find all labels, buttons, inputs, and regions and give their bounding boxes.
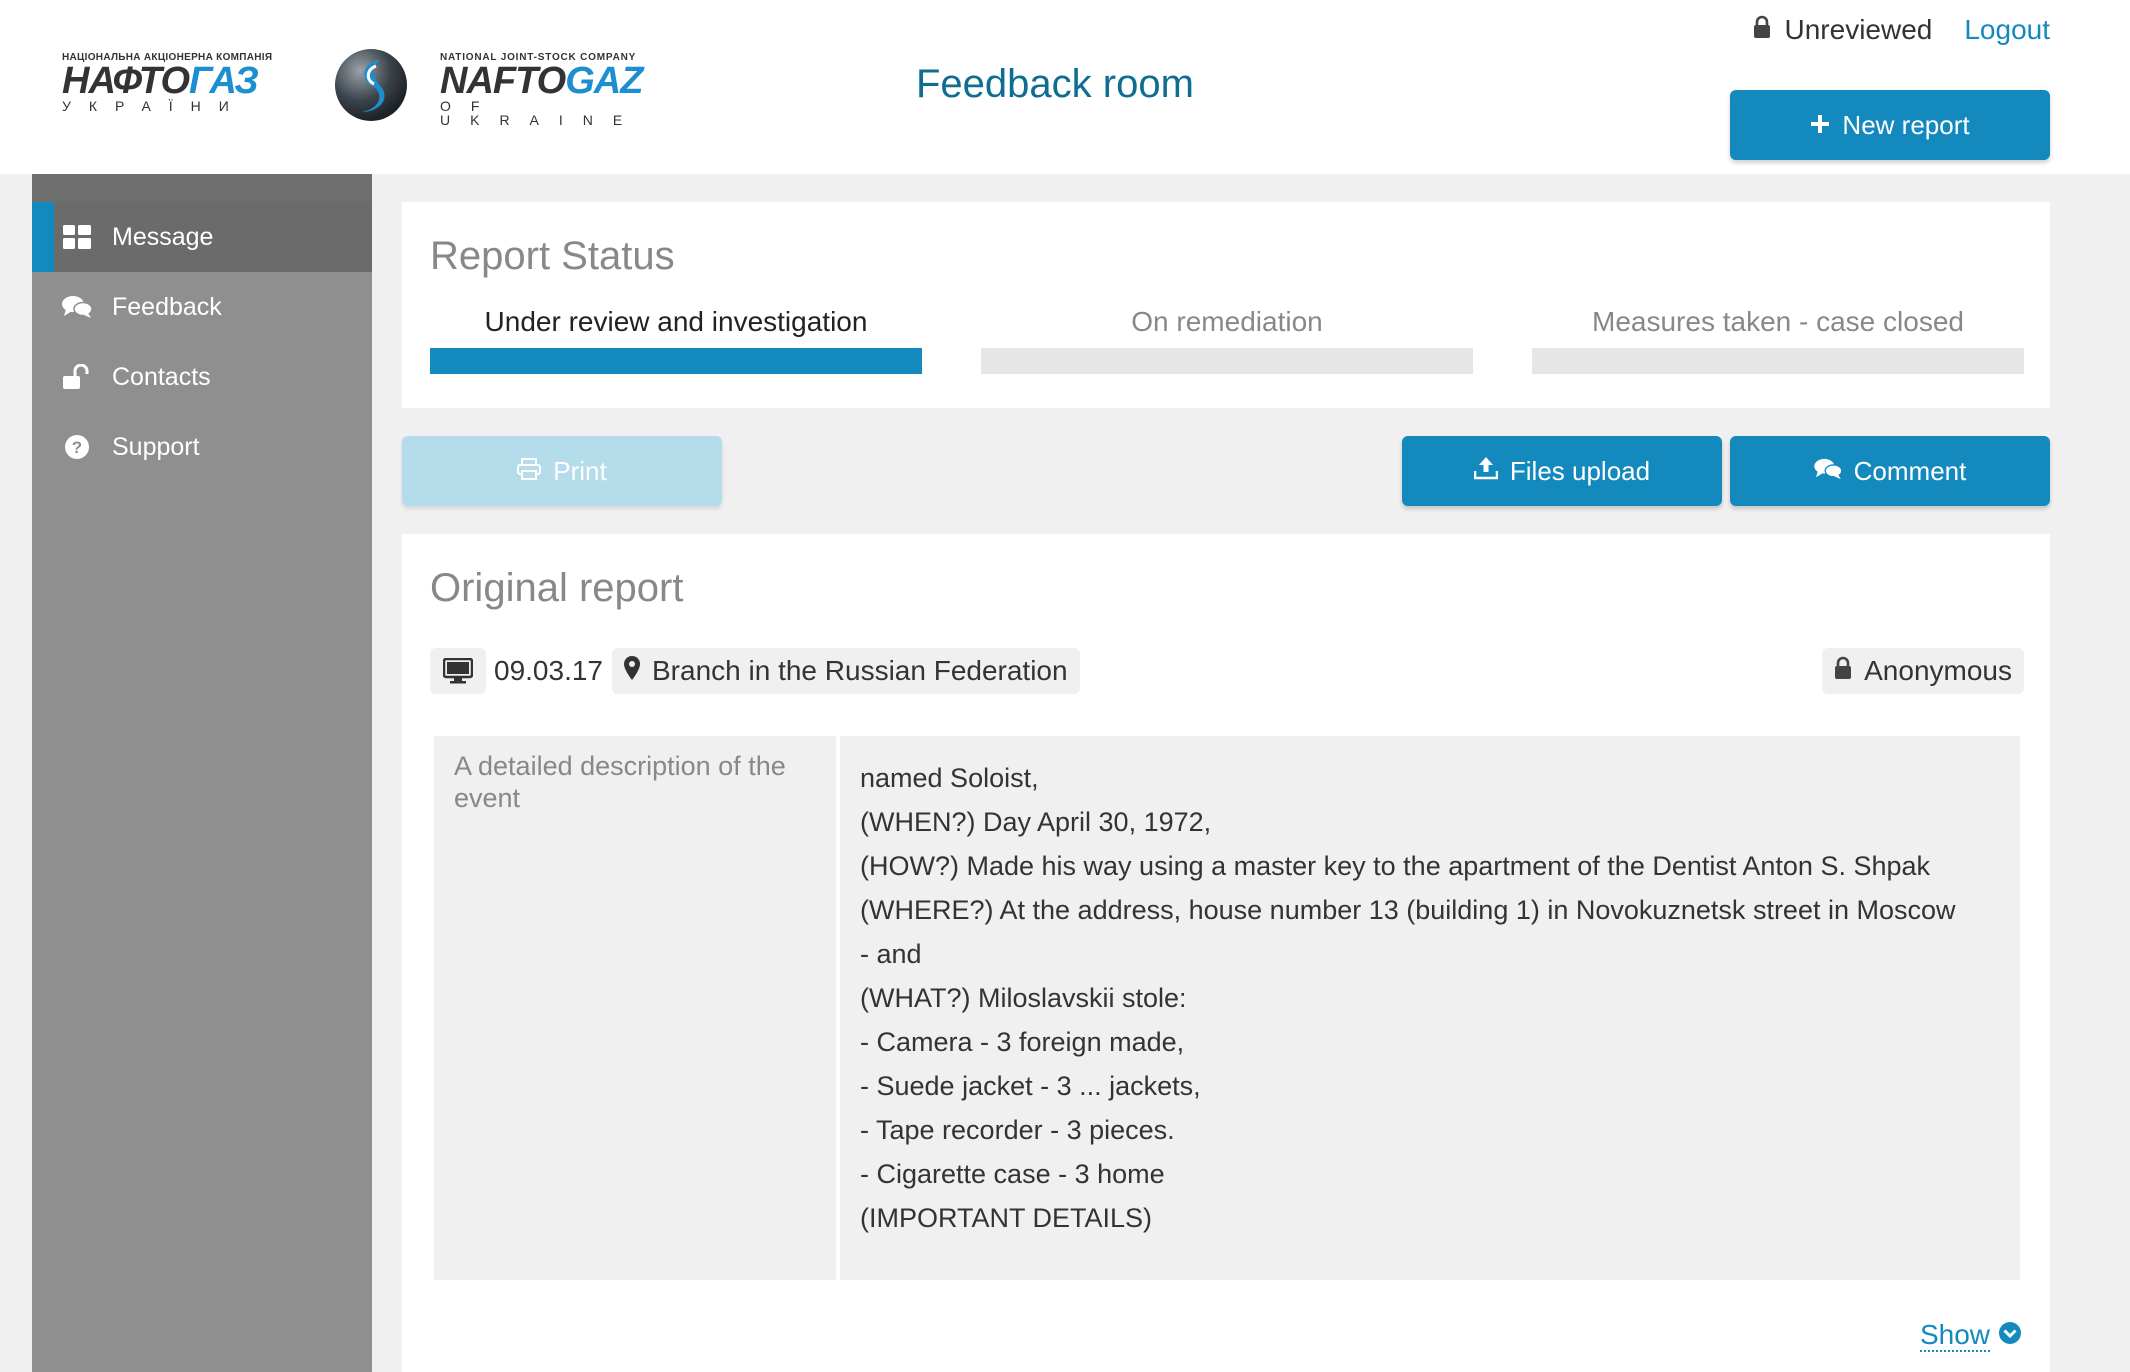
printer-icon xyxy=(517,456,542,487)
report-date: 09.03.17 xyxy=(494,655,603,686)
question-circle-icon: ? xyxy=(62,432,92,462)
files-upload-button[interactable]: Files upload xyxy=(1402,436,1722,506)
lock-icon xyxy=(1834,655,1852,687)
description-line: (WHAT?) Miloslavskii stole: xyxy=(860,983,1187,1013)
description-line: - Suede jacket - 3 ... jackets, xyxy=(860,1071,1201,1101)
print-button[interactable]: Print xyxy=(402,436,722,506)
status-step-bar xyxy=(430,348,922,374)
description-line: - Cigarette case - 3 home xyxy=(860,1159,1165,1189)
status-step-bar xyxy=(1532,348,2024,374)
sidebar-item-message[interactable]: Message xyxy=(32,202,372,272)
sidebar-item-feedback[interactable]: Feedback xyxy=(32,272,372,342)
review-status: Unreviewed xyxy=(1753,14,1933,46)
sidebar-item-feedback-label: Feedback xyxy=(112,292,222,321)
description-line: (HOW?) Made his way using a master key t… xyxy=(860,851,1931,881)
description-line: named Soloist, xyxy=(860,763,1039,793)
sidebar-item-support-label: Support xyxy=(112,432,200,461)
description-line: (IMPORTANT DETAILS) xyxy=(860,1203,1153,1233)
status-step-bar xyxy=(981,348,1473,374)
unlock-icon xyxy=(62,362,92,392)
anonymity-badge: Anonymous xyxy=(1822,648,2024,694)
naftogaz-ukraine-logo[interactable]: НАЦІОНАЛЬНА АКЦІОНЕРНА КОМПАНІЯ НАФТОГАЗ… xyxy=(62,52,306,122)
logo-ua-brand-dark: НАФТО xyxy=(62,60,190,102)
sidebar-item-support[interactable]: ? Support xyxy=(32,412,372,482)
new-report-button[interactable]: New report xyxy=(1730,90,2050,160)
sidebar-item-contacts[interactable]: Contacts xyxy=(32,342,372,412)
logo-en-bottom-text: OF UKRAINE xyxy=(440,98,643,128)
logo-ua-brand: НАФТОГАЗ xyxy=(62,60,306,102)
status-step-remediation: On remediation xyxy=(981,302,1473,374)
review-status-label: Unreviewed xyxy=(1784,14,1933,45)
sidebar-item-contacts-label: Contacts xyxy=(112,362,211,391)
anonymity-label: Anonymous xyxy=(1864,655,2012,686)
logo-ua-brand-blue: ГАЗ xyxy=(189,60,259,102)
original-report-panel: Original report 09.03.17 Branch in the R… xyxy=(402,534,2050,1372)
original-report-title: Original report xyxy=(430,566,684,610)
description-label: A detailed description of the event xyxy=(434,736,836,1280)
report-status-title: Report Status xyxy=(430,234,675,278)
show-more-label: Show xyxy=(1919,1319,1990,1352)
files-upload-label: Files upload xyxy=(1509,455,1651,486)
description-table: A detailed description of the event name… xyxy=(434,736,2020,1280)
status-steps: Under review and investigation On remedi… xyxy=(430,302,2024,374)
lock-icon xyxy=(1753,14,1771,46)
report-meta: 09.03.17 Branch in the Russian Federatio… xyxy=(430,648,2024,694)
naftogaz-ukraine-en-logo[interactable]: NATIONAL JOINT-STOCK COMPANY NAFTOGAZ OF… xyxy=(440,52,684,127)
sidebar-item-message-label: Message xyxy=(112,222,214,251)
sidebar-top-strip xyxy=(32,174,372,202)
description-line: (WHEN?) Day April 30, 1972, xyxy=(860,807,1212,837)
logo-ua-bottom-text: УКРАЇНИ xyxy=(62,98,247,114)
print-label: Print xyxy=(553,455,607,486)
chat-bubbles-icon xyxy=(1813,456,1843,487)
show-more-link[interactable]: Show xyxy=(1919,1319,2022,1352)
chat-bubbles-icon xyxy=(62,292,92,322)
comment-label: Comment xyxy=(1853,455,1967,486)
user-status-area: Unreviewed Logout xyxy=(1753,14,2050,46)
logout-link[interactable]: Logout xyxy=(1964,14,2050,46)
comment-button[interactable]: Comment xyxy=(1730,436,2050,506)
naftogaz-emblem-icon xyxy=(332,46,410,124)
chevron-down-circle-icon xyxy=(1998,1320,2022,1352)
upload-icon xyxy=(1473,456,1499,487)
report-branch-label: Branch in the Russian Federation xyxy=(652,655,1068,686)
description-line: - Tape recorder - 3 pieces. xyxy=(860,1115,1175,1145)
new-report-label: New report xyxy=(1842,109,1970,140)
description-line: - and xyxy=(860,939,922,969)
description-line: - Camera - 3 foreign made, xyxy=(860,1027,1185,1057)
grid-icon xyxy=(62,222,92,252)
status-step-label: Measures taken - case closed xyxy=(1592,306,1964,337)
plus-icon xyxy=(1810,110,1830,141)
sidebar: Message Feedback Contacts ? Support xyxy=(32,174,372,1372)
logo-en-brand-dark: NAFTO xyxy=(440,60,566,102)
status-step-closed: Measures taken - case closed xyxy=(1532,302,2024,374)
report-branch: Branch in the Russian Federation xyxy=(612,648,1080,694)
logo-en-brand: NAFTOGAZ xyxy=(440,60,684,102)
status-step-label: On remediation xyxy=(1131,306,1323,337)
logo-en-brand-blue: GAZ xyxy=(565,60,643,102)
status-step-label: Under review and investigation xyxy=(484,306,868,337)
report-status-panel: Report Status Under review and investiga… xyxy=(402,202,2050,408)
page-title: Feedback room xyxy=(916,62,1194,106)
status-step-review: Under review and investigation xyxy=(430,302,922,374)
description-body: named Soloist, (WHEN?) Day April 30, 197… xyxy=(840,736,2020,1280)
map-marker-icon xyxy=(624,655,640,687)
description-line: (WHERE?) At the address, house number 13… xyxy=(860,895,1956,925)
header: НАЦІОНАЛЬНА АКЦІОНЕРНА КОМПАНІЯ НАФТОГАЗ… xyxy=(0,0,2130,174)
svg-text:?: ? xyxy=(72,438,82,457)
desktop-icon xyxy=(430,648,486,694)
sidebar-nav: Message Feedback Contacts ? Support xyxy=(32,202,372,482)
